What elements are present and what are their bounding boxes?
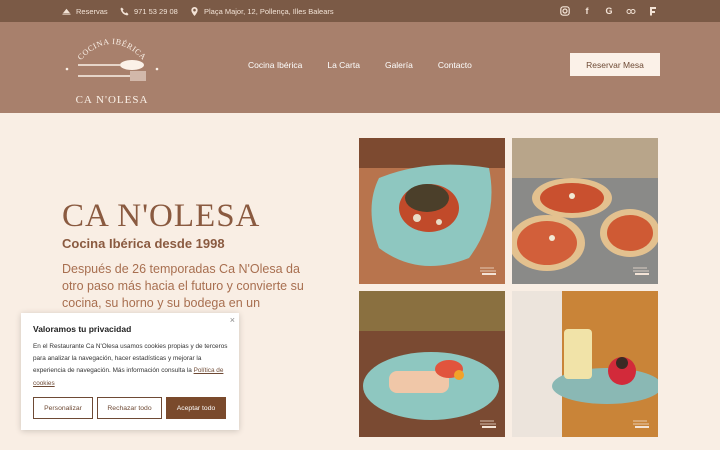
nav-la-carta[interactable]: La Carta — [327, 60, 360, 70]
logo-name: CA N'OLESA — [75, 94, 149, 106]
reservas-link[interactable]: Reservas — [62, 0, 108, 22]
cutlery-icon — [65, 60, 159, 81]
location-pin-icon — [191, 6, 198, 16]
accept-all-button[interactable]: Aceptar todo — [166, 397, 226, 419]
reservas-label: Reservas — [76, 6, 108, 16]
instagram-icon[interactable] — [560, 6, 570, 16]
phone-icon — [120, 6, 129, 16]
tripadvisor-icon[interactable] — [626, 6, 636, 16]
pizzas-photo[interactable] — [512, 138, 658, 284]
nav-cocina-iberica[interactable]: Cocina Ibérica — [248, 60, 302, 70]
dessert-photo[interactable] — [512, 291, 658, 437]
phone-label: 971 53 29 08 — [134, 6, 178, 16]
customize-button[interactable]: Personalizar — [33, 397, 93, 419]
hero-title: CA N'OLESA — [62, 198, 261, 234]
hero-subtitle: Cocina Ibérica desde 1998 — [62, 236, 225, 251]
cookie-text: En el Restaurante Ca N'Olesa usamos cook… — [33, 341, 229, 390]
cookie-buttons: Personalizar Rechazar todo Aceptar todo — [33, 397, 226, 419]
address-label: Plaça Major, 12, Pollença, Illes Balears — [204, 6, 334, 16]
thefork-icon[interactable] — [648, 6, 658, 16]
address-link[interactable]: Plaça Major, 12, Pollença, Illes Balears — [190, 0, 334, 22]
logo[interactable]: COCINA IBÉRICA CA N'OLESA — [62, 30, 162, 110]
bell-icon — [62, 8, 71, 15]
cookie-consent-banner: Valoramos tu privacidad × En el Restaura… — [21, 313, 239, 430]
phone-link[interactable]: 971 53 29 08 — [120, 0, 178, 22]
reservar-mesa-button[interactable]: Reservar Mesa — [570, 53, 660, 76]
nav-galeria[interactable]: Galería — [385, 60, 413, 70]
nav-contacto[interactable]: Contacto — [438, 60, 472, 70]
social-links: f G — [560, 0, 658, 22]
hero-description: Después de 26 temporadas Ca N'Olesa da o… — [62, 262, 304, 310]
facebook-icon[interactable]: f — [582, 6, 592, 16]
nav-links: Cocina Ibérica La Carta Galería Contacto — [248, 60, 472, 70]
cookie-title: Valoramos tu privacidad — [33, 324, 132, 334]
reject-all-button[interactable]: Rechazar todo — [97, 397, 162, 419]
top-bar: Reservas 971 53 29 08 Plaça Major, 12, P… — [0, 0, 720, 22]
plate-vegetables-photo[interactable] — [359, 138, 505, 284]
fish-dish-photo[interactable] — [359, 291, 505, 437]
cookie-close-button[interactable]: × — [230, 315, 235, 325]
google-icon[interactable]: G — [604, 6, 614, 16]
